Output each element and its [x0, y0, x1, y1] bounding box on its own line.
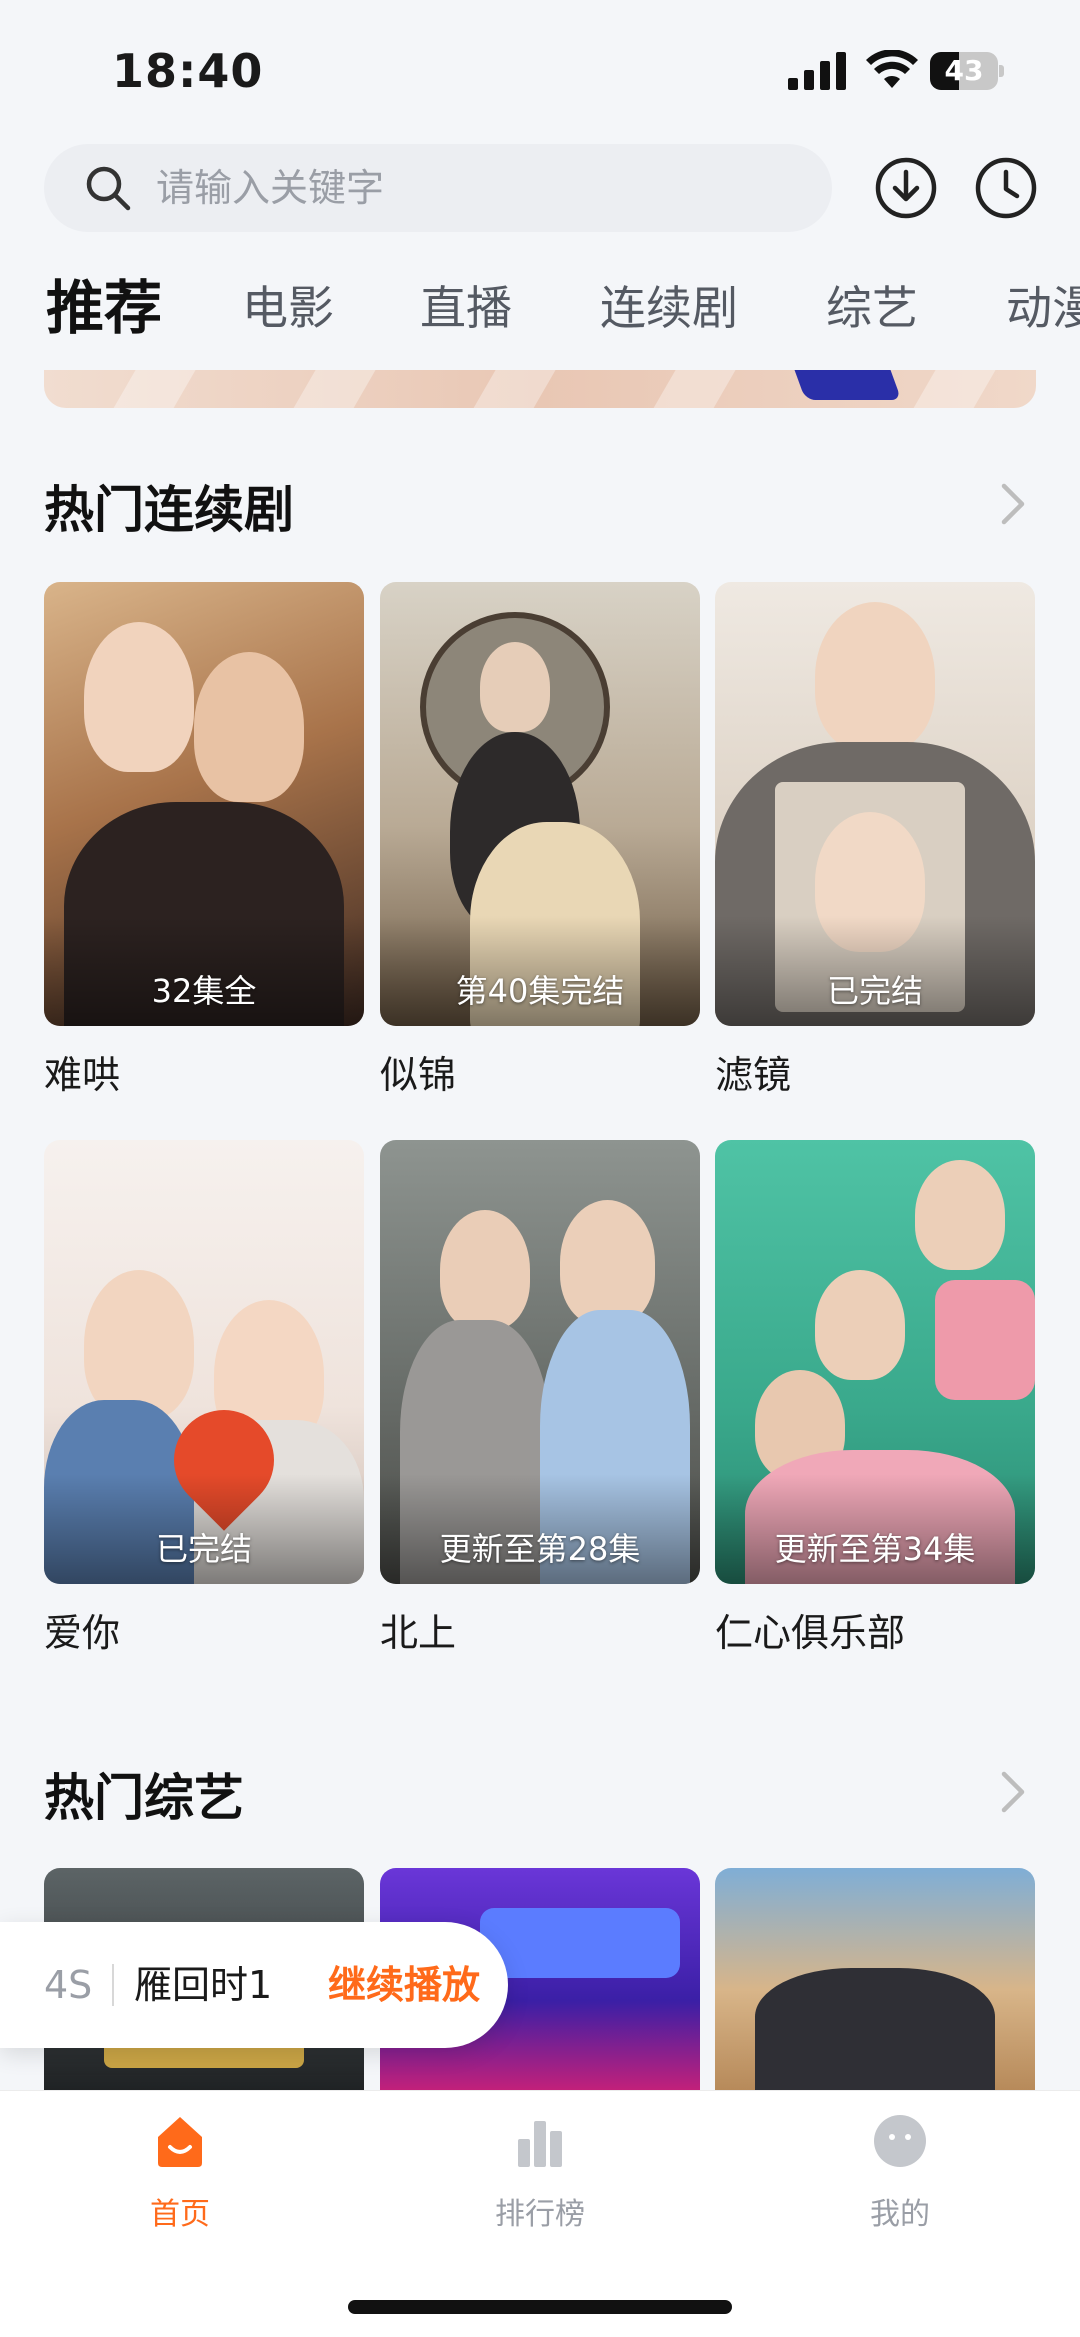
drama-title: 仁心俱乐部 — [715, 1611, 906, 1655]
episode-badge: 已完结 — [155, 1530, 252, 1568]
episode-badge: 更新至第34集 — [774, 1530, 976, 1568]
profile-icon — [874, 2115, 926, 2167]
history-clock-icon[interactable] — [974, 156, 1038, 220]
divider — [112, 1964, 114, 2006]
nav-home[interactable]: 首页 — [80, 2113, 280, 2243]
episode-badge: 更新至第28集 — [439, 1530, 641, 1568]
drama-title: 似锦 — [380, 1053, 457, 1097]
tab-variety[interactable]: 综艺 — [826, 262, 918, 354]
nav-profile-label: 我的 — [870, 2197, 930, 2232]
drama-poster: 更新至第34集 — [715, 1140, 1035, 1584]
section-title-dramas: 热门连续剧 — [44, 481, 294, 539]
wifi-icon — [866, 50, 918, 88]
status-time: 18:40 — [112, 44, 264, 98]
section-title-variety: 热门综艺 — [44, 1769, 244, 1827]
download-icon[interactable] — [874, 156, 938, 220]
variety-poster — [715, 1868, 1035, 2090]
status-bar: 18:40 43 — [0, 0, 1080, 140]
search-icon — [86, 166, 131, 211]
drama-title: 爱你 — [44, 1611, 121, 1655]
home-icon — [158, 2117, 202, 2167]
drama-title: 北上 — [380, 1611, 457, 1655]
category-tabs: 推荐 电影 直播 连续剧 综艺 动漫 — [0, 262, 1080, 354]
nav-profile[interactable]: 我的 — [800, 2113, 1000, 2243]
battery-level: 43 — [944, 54, 984, 87]
tab-recommend[interactable]: 推荐 — [46, 262, 162, 354]
nav-home-label: 首页 — [150, 2197, 210, 2232]
drama-poster: 第40集完结 — [380, 582, 700, 1026]
resume-button[interactable]: 继续播放 — [328, 1922, 480, 2048]
episode-badge: 已完结 — [826, 972, 923, 1010]
tab-movies[interactable]: 电影 — [242, 262, 334, 354]
promo-banner[interactable] — [44, 370, 1036, 408]
nav-ranking-label: 排行榜 — [495, 2197, 585, 2232]
ranking-icon — [518, 2121, 562, 2167]
mini-player-title: 雁回时1 — [134, 1963, 273, 2007]
tab-series[interactable]: 连续剧 — [600, 262, 738, 354]
search-placeholder: 请输入关键字 — [156, 166, 385, 210]
tab-anime[interactable]: 动漫 — [1006, 262, 1080, 354]
search-input[interactable]: 请输入关键字 — [44, 144, 832, 232]
episode-badge: 第40集完结 — [455, 972, 625, 1010]
home-indicator — [348, 2300, 732, 2314]
nav-ranking[interactable]: 排行榜 — [440, 2113, 640, 2243]
tab-live[interactable]: 直播 — [420, 262, 512, 354]
drama-poster: 更新至第28集 — [380, 1140, 700, 1584]
battery-indicator: 43 — [930, 52, 1004, 90]
mini-player-prefix: 4S — [44, 1963, 93, 2007]
cellular-signal-icon — [788, 52, 846, 90]
app-screen: 18:40 43 请输入关键字 推荐 电影 直播 连续剧 综艺 动漫 热门连续剧… — [0, 0, 1080, 2337]
drama-poster: 已完结 — [44, 1140, 364, 1584]
continue-watching-bar[interactable]: 4S 雁回时1 继续播放 — [0, 1922, 508, 2048]
drama-title: 难哄 — [44, 1053, 121, 1097]
chevron-right-icon[interactable] — [994, 478, 1030, 530]
drama-title: 滤镜 — [715, 1053, 792, 1097]
episode-badge: 32集全 — [151, 972, 257, 1010]
drama-poster: 32集全 — [44, 582, 364, 1026]
chevron-right-icon[interactable] — [994, 1766, 1030, 1818]
drama-poster: 已完结 — [715, 582, 1035, 1026]
